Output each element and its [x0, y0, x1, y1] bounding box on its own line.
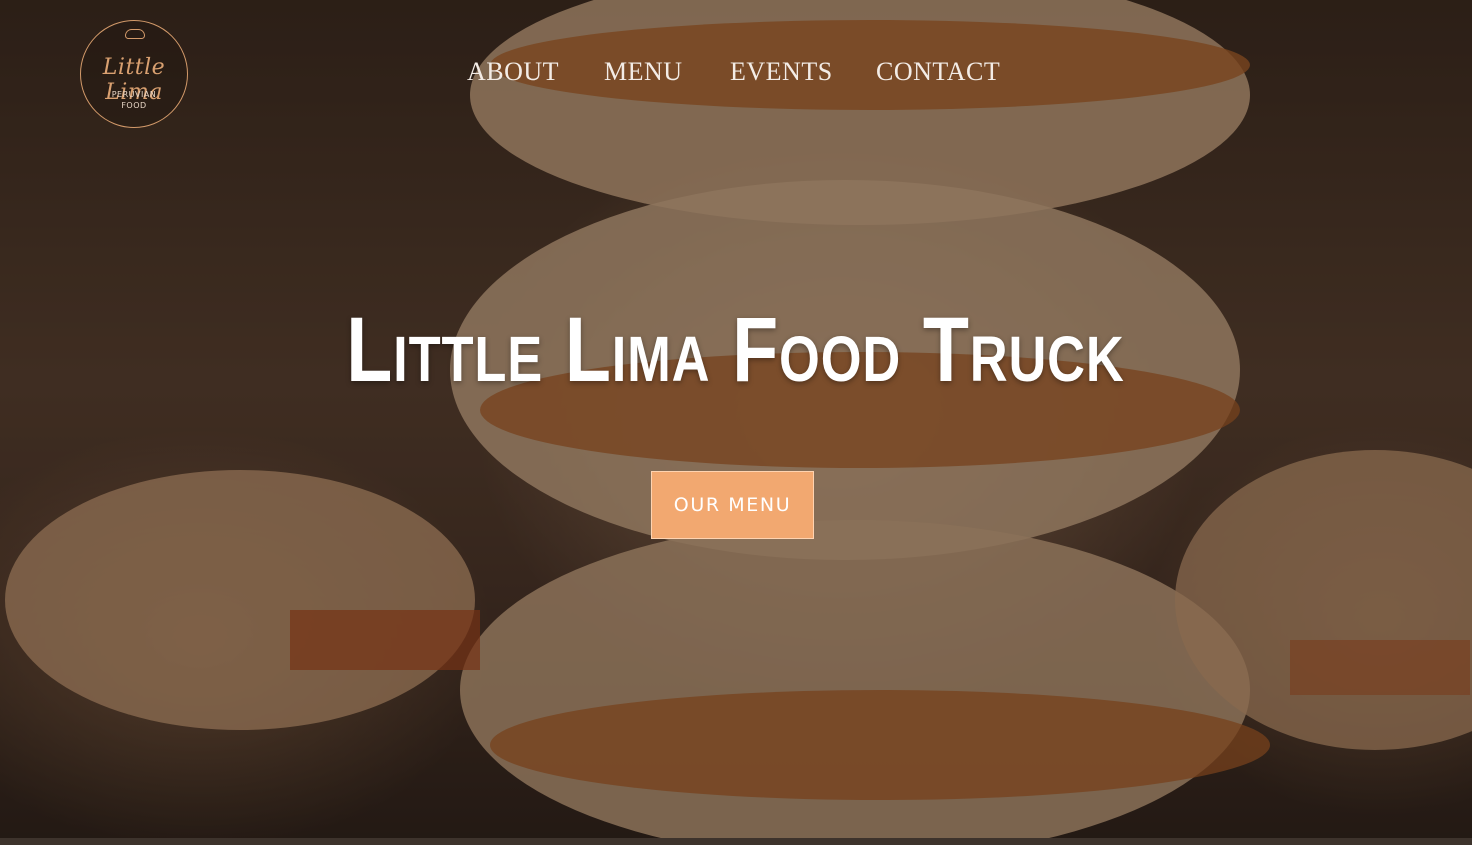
- hero-title: Little Lima Food Truck: [346, 299, 1125, 401]
- nav-link-menu[interactable]: MENU: [604, 57, 683, 87]
- nav-link-about[interactable]: ABOUT: [467, 57, 559, 87]
- main-nav: ABOUT MENU EVENTS CONTACT: [0, 57, 1472, 91]
- hero-dark-overlay: [0, 0, 1472, 845]
- nav-link-events[interactable]: EVENTS: [730, 57, 833, 87]
- nav-link-contact[interactable]: CONTACT: [876, 57, 1000, 87]
- logo-cloud-icon: [125, 29, 145, 39]
- hero-section: [0, 0, 1472, 845]
- our-menu-button[interactable]: OUR MENU: [651, 471, 814, 539]
- logo-subtitle-line2: FOOD: [121, 101, 147, 110]
- hero-bottom-edge: [0, 838, 1472, 845]
- logo-subtitle-line1: PERUVIAN: [111, 90, 157, 99]
